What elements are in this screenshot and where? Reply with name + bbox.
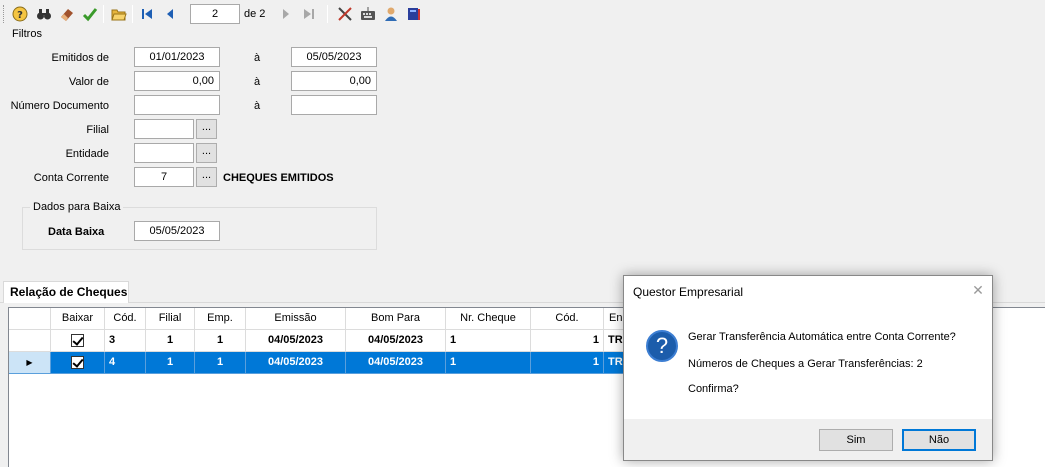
table-row[interactable]: ▶ 4 1 1 04/05/2023 04/05/2023 1 1 TR — [9, 352, 724, 374]
baixa-group-title: Dados para Baixa — [30, 201, 124, 213]
valor-range-sep: à — [254, 76, 261, 88]
user-icon[interactable] — [382, 5, 400, 23]
cell-emp: 1 — [195, 330, 246, 352]
dialog-message-line-3: Confirma? — [688, 383, 739, 395]
numero-documento-from-field[interactable] — [134, 95, 220, 115]
numero-documento-label: Número Documento — [10, 100, 109, 112]
svg-text:?: ? — [17, 10, 23, 21]
column-header-bom-para[interactable]: Bom Para — [346, 308, 446, 330]
cell-nr-cheque: 1 — [446, 330, 531, 352]
conta-corrente-description: CHEQUES EMITIDOS — [223, 172, 334, 184]
cell-emissao: 04/05/2023 — [246, 330, 346, 352]
baixar-checkbox-cell[interactable] — [51, 330, 105, 352]
valor-from-field[interactable]: 0,00 — [134, 71, 220, 91]
close-icon[interactable]: ✕ — [970, 282, 986, 298]
tools-icon[interactable] — [336, 5, 354, 23]
column-header-nr-cheque[interactable]: Nr. Cheque — [446, 308, 531, 330]
binoculars-icon[interactable] — [35, 5, 53, 23]
cell-bom-para: 04/05/2023 — [346, 352, 446, 374]
grid-header-row: Baixar Cód. Filial Emp. Emissão Bom Para… — [9, 308, 724, 330]
dialog-message-line-2: Números de Cheques a Gerar Transferência… — [688, 358, 923, 370]
keyboard-icon[interactable] — [359, 5, 377, 23]
numero-documento-to-field[interactable] — [291, 95, 377, 115]
cell-filial: 1 — [146, 330, 195, 352]
first-record-icon[interactable] — [138, 5, 156, 23]
numero-range-sep: à — [254, 100, 261, 112]
open-folder-icon[interactable] — [110, 5, 128, 23]
cell-nr-cheque: 1 — [446, 352, 531, 374]
no-button[interactable]: Não — [902, 429, 976, 451]
emitidos-to-field[interactable]: 05/05/2023 — [291, 47, 377, 67]
valor-label: Valor de — [68, 76, 109, 88]
filters-group-title: Filtros — [12, 28, 42, 40]
entidade-lookup-button[interactable]: ... — [196, 143, 217, 163]
filial-label: Filial — [86, 124, 109, 136]
row-indicator: ▶ — [9, 352, 51, 374]
column-header-emp[interactable]: Emp. — [195, 308, 246, 330]
help-icon[interactable]: ? — [11, 5, 29, 23]
column-header-cod[interactable]: Cód. — [105, 308, 146, 330]
cell-emissao: 04/05/2023 — [246, 352, 346, 374]
cell-emp: 1 — [195, 352, 246, 374]
conta-corrente-field[interactable]: 7 — [134, 167, 194, 187]
next-record-icon[interactable] — [277, 5, 295, 23]
book-icon[interactable] — [405, 5, 423, 23]
page-count-label: de 2 — [244, 8, 266, 20]
emitidos-from-field[interactable]: 01/01/2023 — [134, 47, 220, 67]
emitidos-range-sep: à — [254, 52, 261, 64]
confirm-dialog: Questor Empresarial ✕ ? Gerar Transferên… — [623, 275, 993, 461]
checkmark-icon[interactable] — [81, 5, 99, 23]
eraser-icon[interactable] — [58, 5, 76, 23]
toolbar-separator — [327, 5, 328, 23]
toolbar-separator — [132, 5, 133, 23]
cell-cod: 3 — [105, 330, 146, 352]
data-baixa-label: Data Baixa — [48, 226, 105, 238]
toolbar-separator — [103, 5, 104, 23]
conta-corrente-lookup-button[interactable]: ... — [196, 167, 217, 187]
column-header-emissao[interactable]: Emissão — [246, 308, 346, 330]
column-header-cod-2[interactable]: Cód. — [531, 308, 604, 330]
conta-corrente-label: Conta Corrente — [33, 172, 109, 184]
table-row[interactable]: 3 1 1 04/05/2023 04/05/2023 1 1 TR — [9, 330, 724, 352]
filial-field[interactable] — [134, 119, 194, 139]
tab-relacao-de-cheques[interactable]: Relação de Cheques — [3, 281, 129, 303]
dialog-title: Questor Empresarial — [633, 285, 744, 299]
baixar-checkbox[interactable] — [71, 333, 84, 347]
page-number-input[interactable]: 2 — [190, 4, 240, 24]
last-record-icon[interactable] — [300, 5, 318, 23]
column-header-baixar[interactable]: Baixar — [51, 308, 105, 330]
toolbar-grip[interactable] — [3, 5, 6, 23]
current-row-arrow-icon: ▶ — [26, 358, 33, 367]
cell-cod: 4 — [105, 352, 146, 374]
toolbar: ? 2 de 2 — [0, 0, 1045, 28]
cell-cod-2: 1 — [531, 330, 604, 352]
row-indicator — [9, 330, 51, 352]
cell-filial: 1 — [146, 352, 195, 374]
dialog-button-bar: Sim Não — [624, 419, 992, 460]
cell-cod-2: 1 — [531, 352, 604, 374]
emitidos-label: Emitidos de — [51, 52, 109, 64]
previous-record-icon[interactable] — [161, 5, 179, 23]
entidade-field[interactable] — [134, 143, 194, 163]
filial-lookup-button[interactable]: ... — [196, 119, 217, 139]
data-baixa-field[interactable]: 05/05/2023 — [134, 221, 220, 241]
column-header-filial[interactable]: Filial — [146, 308, 195, 330]
baixar-checkbox[interactable] — [71, 355, 84, 369]
row-indicator-header — [9, 308, 51, 330]
entidade-label: Entidade — [65, 148, 109, 160]
question-icon: ? — [646, 330, 678, 362]
cell-bom-para: 04/05/2023 — [346, 330, 446, 352]
valor-to-field[interactable]: 0,00 — [291, 71, 377, 91]
baixar-checkbox-cell[interactable] — [51, 352, 105, 374]
yes-button[interactable]: Sim — [819, 429, 893, 451]
dialog-message-line-1: Gerar Transferência Automática entre Con… — [688, 331, 956, 343]
